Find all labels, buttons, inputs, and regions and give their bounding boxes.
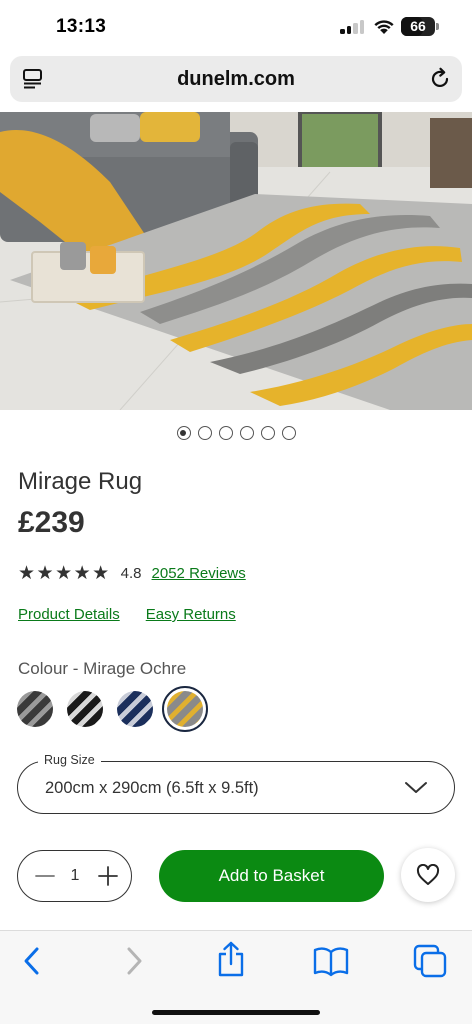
back-icon[interactable] bbox=[20, 944, 44, 978]
rug-size-label: Rug Size bbox=[38, 753, 101, 767]
quantity-stepper: 1 bbox=[17, 850, 132, 902]
chevron-down-icon bbox=[405, 782, 427, 793]
add-to-basket-button[interactable]: Add to Basket bbox=[159, 850, 384, 902]
status-time: 13:13 bbox=[56, 16, 107, 37]
battery-icon: 66 bbox=[401, 17, 435, 36]
status-bar: 13:13 66 bbox=[0, 0, 472, 54]
product-links: Product Details Easy Returns bbox=[18, 606, 236, 623]
battery-percent: 66 bbox=[410, 18, 426, 34]
quantity-value[interactable]: 1 bbox=[58, 851, 92, 901]
product-image[interactable] bbox=[0, 112, 472, 410]
colour-swatch[interactable] bbox=[67, 691, 103, 727]
pagination-dot[interactable] bbox=[281, 426, 296, 440]
rating-value: 4.8 bbox=[120, 564, 142, 582]
product-details-link[interactable]: Product Details bbox=[18, 606, 120, 623]
tabs-icon[interactable] bbox=[412, 943, 448, 979]
rating-row: ★★★★★ 4.8 2052 Reviews bbox=[18, 562, 246, 584]
plus-icon[interactable] bbox=[97, 865, 119, 887]
reload-icon[interactable] bbox=[428, 67, 452, 91]
colour-swatch[interactable] bbox=[117, 691, 153, 727]
rug-size-select[interactable]: 200cm x 290cm (6.5ft x 9.5ft) bbox=[17, 761, 455, 814]
colour-swatch[interactable] bbox=[17, 691, 53, 727]
pagination-dot[interactable] bbox=[197, 426, 212, 440]
reviews-link[interactable]: 2052 Reviews bbox=[152, 565, 246, 582]
product-title: Mirage Rug bbox=[18, 468, 143, 495]
pagination-dot[interactable] bbox=[239, 426, 254, 440]
image-pagination[interactable] bbox=[0, 426, 472, 444]
product-photo-rug bbox=[0, 112, 472, 410]
share-icon[interactable] bbox=[216, 940, 246, 978]
pagination-dot[interactable] bbox=[176, 426, 191, 440]
product-price: £239 bbox=[18, 506, 85, 539]
address-bar[interactable]: dunelm.com bbox=[10, 56, 462, 102]
wifi-icon bbox=[374, 20, 394, 34]
url-text[interactable]: dunelm.com bbox=[10, 56, 462, 102]
rug-size-value: 200cm x 290cm (6.5ft x 9.5ft) bbox=[45, 779, 259, 797]
colour-label: Colour - Mirage Ochre bbox=[18, 659, 187, 678]
pagination-dot[interactable] bbox=[218, 426, 233, 440]
selected-swatch-ring bbox=[162, 686, 208, 732]
home-indicator bbox=[152, 1010, 320, 1015]
cellular-signal-icon bbox=[340, 20, 366, 34]
bookmarks-icon[interactable] bbox=[313, 945, 349, 977]
battery-nub bbox=[436, 23, 439, 30]
pagination-dot[interactable] bbox=[260, 426, 275, 440]
heart-icon bbox=[416, 864, 440, 885]
minus-icon[interactable] bbox=[34, 865, 56, 887]
star-rating-icon: ★★★★★ bbox=[18, 562, 111, 584]
forward-icon[interactable] bbox=[122, 944, 146, 978]
colour-swatches bbox=[17, 686, 217, 732]
wishlist-button[interactable] bbox=[401, 848, 455, 902]
easy-returns-link[interactable]: Easy Returns bbox=[146, 606, 236, 623]
